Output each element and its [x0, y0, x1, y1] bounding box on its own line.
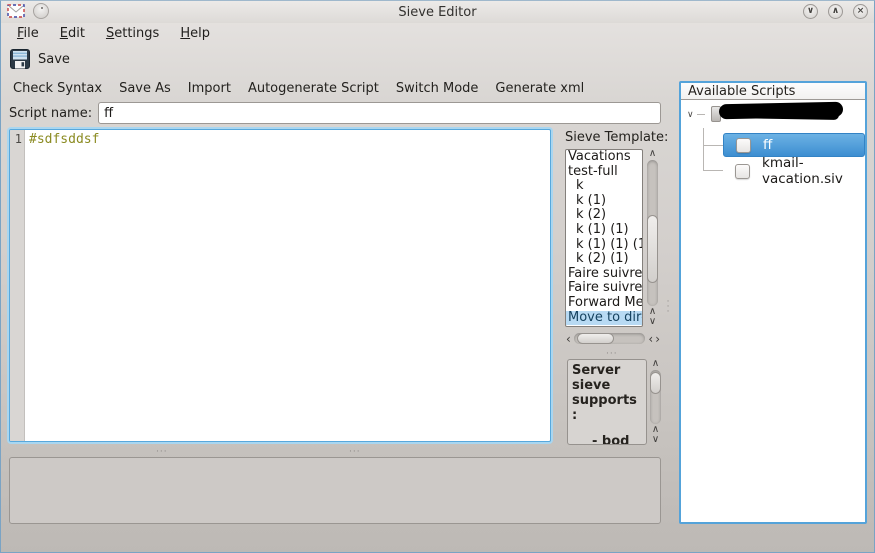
- scroll-up-icon[interactable]: ∧: [645, 149, 660, 159]
- main-toolbar: Save: [1, 45, 874, 73]
- action-toolbar: Check Syntax Save As Import Autogenerate…: [1, 78, 673, 98]
- script-name-label: kmail-vacation.siv: [762, 155, 865, 187]
- tree-branch-line: [703, 170, 723, 171]
- sieve-template-list[interactable]: Vacations test-full k k (1) k (2) k (1) …: [565, 149, 643, 327]
- available-scripts-header: Available Scripts: [681, 83, 865, 100]
- tree-branch-line: [703, 128, 704, 170]
- scrollbar-track[interactable]: [650, 370, 661, 424]
- scripts-tree[interactable]: ∨ ff kmail-vacation.siv: [681, 100, 865, 521]
- close-button[interactable]: ×: [853, 4, 868, 19]
- menubar: File Edit Settings Help: [1, 23, 874, 43]
- server-supports-box: Server sieve supports : - bod: [567, 359, 647, 445]
- save-button[interactable]: Save: [9, 46, 76, 72]
- import-button[interactable]: Import: [188, 81, 231, 96]
- template-item[interactable]: k (1) (1) (1: [566, 238, 642, 253]
- sieve-editor-window: Sieve Editor ∨ ∧ × File Edit Settings He…: [0, 0, 875, 553]
- template-item[interactable]: test-full: [566, 165, 642, 180]
- minimize-button[interactable]: ∨: [803, 4, 818, 19]
- scrollbar-thumb[interactable]: [647, 215, 658, 282]
- line-number-gutter: 1: [10, 130, 25, 441]
- titlebar[interactable]: Sieve Editor ∨ ∧ ×: [1, 1, 874, 23]
- server-supports-scrollbar[interactable]: ∧ ∧ ∨: [648, 359, 663, 445]
- redacted-server-name: [727, 108, 839, 120]
- save-as-button[interactable]: Save As: [119, 81, 171, 96]
- script-name-input[interactable]: [98, 102, 661, 124]
- code-editor[interactable]: 1 #sdfsddsf: [9, 129, 551, 442]
- check-syntax-button[interactable]: Check Syntax: [13, 81, 102, 96]
- line-number: 1: [10, 132, 22, 146]
- splitter-handle[interactable]: ···: [156, 447, 168, 457]
- menu-settings[interactable]: Settings: [100, 25, 165, 42]
- script-name-label: ff: [763, 137, 772, 153]
- template-item[interactable]: k (1) (1): [566, 223, 642, 238]
- maximize-button[interactable]: ∧: [828, 4, 843, 19]
- tree-expander-icon[interactable]: ∨: [687, 110, 694, 120]
- save-button-label: Save: [38, 52, 70, 67]
- menu-help[interactable]: Help: [174, 25, 216, 42]
- titlebar-menu-button[interactable]: [33, 3, 49, 19]
- script-checkbox[interactable]: [736, 138, 751, 153]
- scrollbar-track[interactable]: [574, 333, 646, 344]
- code-content[interactable]: #sdfsddsf: [25, 130, 550, 441]
- scrollbar-thumb[interactable]: [577, 333, 614, 344]
- script-checkbox[interactable]: [735, 164, 750, 179]
- tree-branch-line: [703, 145, 723, 146]
- switch-mode-button[interactable]: Switch Mode: [396, 81, 479, 96]
- template-item-selected[interactable]: Move to dire: [566, 311, 642, 326]
- scrollbar-track[interactable]: [647, 160, 658, 306]
- window-title: Sieve Editor: [1, 5, 874, 20]
- script-row-selected[interactable]: ff: [723, 133, 865, 157]
- splitter-handle[interactable]: ···: [665, 300, 671, 315]
- sieve-template-label: Sieve Template:: [565, 130, 665, 145]
- menu-file[interactable]: File: [11, 25, 45, 42]
- template-list-hscrollbar[interactable]: ‹ ‹ ›: [565, 331, 661, 346]
- template-item[interactable]: k (2): [566, 208, 642, 223]
- template-item[interactable]: Faire suivre: [566, 267, 642, 282]
- template-item[interactable]: k (2) (1): [566, 252, 642, 267]
- scroll-left-icon[interactable]: ‹: [565, 333, 572, 345]
- scrollbar-thumb[interactable]: [650, 372, 661, 395]
- autogenerate-script-button[interactable]: Autogenerate Script: [248, 81, 379, 96]
- template-item[interactable]: Vacations: [566, 150, 642, 165]
- mail-envelope-icon: [7, 4, 25, 18]
- script-name-row: Script name:: [9, 101, 661, 125]
- generate-xml-button[interactable]: Generate xml: [495, 81, 584, 96]
- template-item[interactable]: k (1): [566, 194, 642, 209]
- menu-edit[interactable]: Edit: [54, 25, 91, 42]
- template-item[interactable]: Forward Me: [566, 296, 642, 311]
- script-name-label: Script name:: [9, 106, 92, 121]
- template-list-scrollbar[interactable]: ∧ ∧ ∨: [645, 149, 660, 327]
- template-item[interactable]: k: [566, 179, 642, 194]
- floppy-disk-icon: [9, 48, 31, 70]
- scroll-down-icon[interactable]: ∨: [645, 317, 660, 327]
- scroll-up-icon[interactable]: ∧: [648, 359, 663, 369]
- splitter-handle[interactable]: ···: [606, 349, 618, 359]
- splitter-handle[interactable]: ···: [349, 447, 361, 457]
- scroll-right-icon[interactable]: ›: [654, 333, 661, 345]
- server-supports-title: Server sieve supports :: [572, 363, 646, 423]
- available-scripts-panel: Available Scripts ∨ ff kmail-vacation.si…: [679, 81, 867, 524]
- tree-branch-line: [697, 114, 705, 115]
- scroll-down-icon[interactable]: ∨: [648, 435, 663, 445]
- script-row[interactable]: kmail-vacation.siv: [723, 160, 865, 182]
- server-supports-item: - bod: [592, 434, 629, 445]
- scroll-left-icon[interactable]: ‹: [647, 333, 654, 345]
- debug-output-area[interactable]: [9, 457, 661, 524]
- template-item[interactable]: Faire suivre: [566, 281, 642, 296]
